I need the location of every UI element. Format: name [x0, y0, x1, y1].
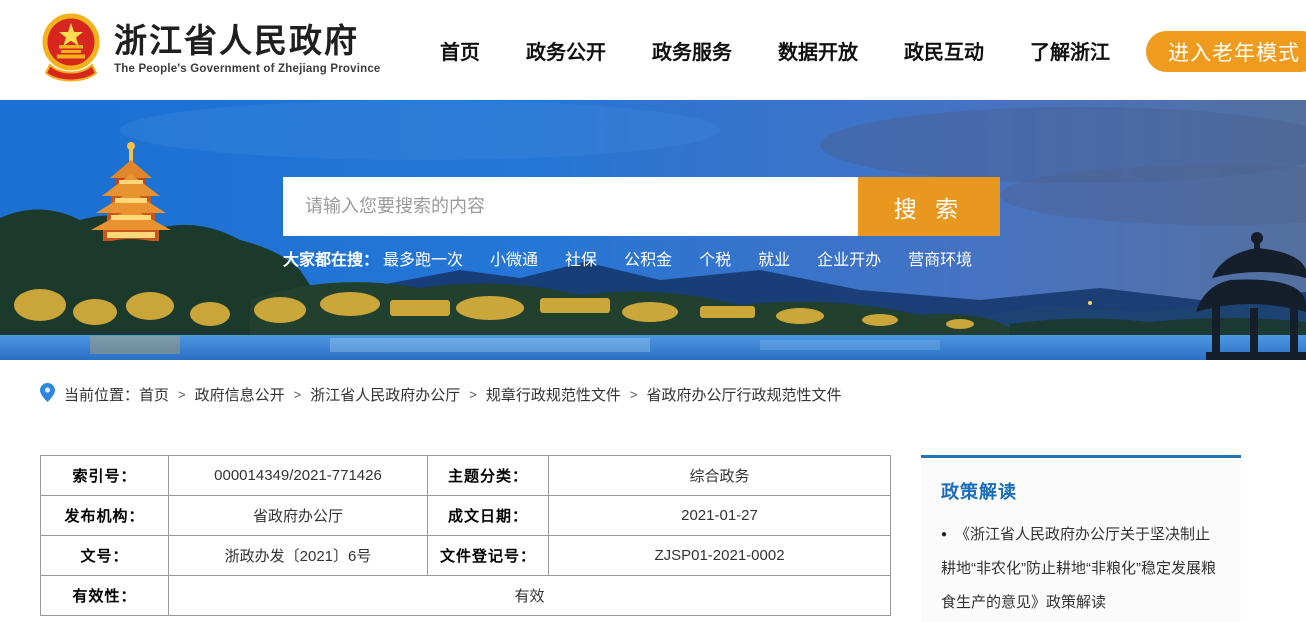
table-row: 索引号： 000014349/2021-771426 主题分类： 综合政务 [41, 456, 891, 496]
validity-value: 有效 [169, 576, 891, 616]
table-row: 发布机构： 省政府办公厅 成文日期： 2021-01-27 [41, 496, 891, 536]
breadcrumb-item-general-office[interactable]: 浙江省人民政府办公厅 [310, 384, 460, 405]
table-row: 文号： 浙政办发〔2021〕6号 文件登记号： ZJSP01-2021-0002 [41, 536, 891, 576]
hot-search-row: 大家都在搜： 最多跑一次 小微通 社保 公积金 个税 就业 企业开办 营商环境 [283, 246, 999, 270]
registration-number-label: 文件登记号： [428, 536, 549, 576]
nav-item-open-data[interactable]: 数据开放 [778, 36, 858, 65]
issuing-agency-label: 发布机构： [41, 496, 169, 536]
breadcrumb: 当前位置： 首页 > 政府信息公开 > 浙江省人民政府办公厅 > 规章行政规范性… [0, 360, 1306, 430]
policy-interpretation-panel: 政策解读 ●《浙江省人民政府办公厅关于坚决制止耕地“非农化”防止耕地“非粮化”稳… [921, 455, 1241, 622]
site-header: 浙江省人民政府 The People's Government of Zheji… [0, 0, 1306, 100]
nav-item-interaction[interactable]: 政民互动 [904, 36, 984, 65]
breadcrumb-separator: > [294, 387, 302, 402]
bullet-icon: ● [941, 529, 947, 540]
search-button[interactable]: 搜 索 [858, 177, 1000, 236]
nav-item-about-zhejiang[interactable]: 了解浙江 [1030, 36, 1110, 65]
issue-date-label: 成文日期： [428, 496, 549, 536]
policy-interpretation-link-text: 《浙江省人民政府办公厅关于坚决制止耕地“非农化”防止耕地“非粮化”稳定发展粮食生… [941, 526, 1216, 611]
breadcrumb-item-regulatory-docs[interactable]: 规章行政规范性文件 [486, 384, 621, 405]
site-logo[interactable]: 浙江省人民政府 The People's Government of Zheji… [42, 13, 381, 85]
national-emblem-icon [42, 13, 100, 85]
breadcrumb-separator: > [630, 387, 638, 402]
location-pin-icon [40, 383, 55, 402]
hot-search-item[interactable]: 公积金 [624, 246, 672, 270]
hot-search-item[interactable]: 就业 [758, 246, 790, 270]
validity-label: 有效性： [41, 576, 169, 616]
hot-search-item[interactable]: 小微通 [490, 246, 538, 270]
doc-number-value: 浙政办发〔2021〕6号 [169, 536, 428, 576]
hot-search-label: 大家都在搜： [283, 246, 379, 270]
table-row: 有效性： 有效 [41, 576, 891, 616]
document-meta-table: 索引号： 000014349/2021-771426 主题分类： 综合政务 发布… [40, 455, 891, 616]
hot-search-item[interactable]: 个税 [699, 246, 731, 270]
main-content: 索引号： 000014349/2021-771426 主题分类： 综合政务 发布… [40, 455, 1306, 622]
policy-interpretation-link[interactable]: ●《浙江省人民政府办公厅关于坚决制止耕地“非农化”防止耕地“非粮化”稳定发展粮食… [941, 518, 1221, 620]
breadcrumb-item-office-docs[interactable]: 省政府办公厅行政规范性文件 [646, 384, 841, 405]
main-nav: 首页 政务公开 政务服务 数据开放 政民互动 了解浙江 [440, 0, 1110, 100]
hot-search-item[interactable]: 最多跑一次 [383, 246, 463, 270]
doc-number-label: 文号： [41, 536, 169, 576]
hot-search-item[interactable]: 企业开办 [817, 246, 881, 270]
breadcrumb-item-home[interactable]: 首页 [139, 384, 169, 405]
issue-date-value: 2021-01-27 [549, 496, 891, 536]
topic-category-label: 主题分类： [428, 456, 549, 496]
index-number-label: 索引号： [41, 456, 169, 496]
breadcrumb-separator: > [178, 387, 186, 402]
elderly-mode-button[interactable]: 进入老年模式 [1146, 31, 1306, 72]
site-subtitle: The People's Government of Zhejiang Prov… [114, 63, 381, 75]
hot-search-item[interactable]: 营商环境 [908, 246, 972, 270]
nav-item-gov-services[interactable]: 政务服务 [652, 36, 732, 65]
nav-item-gov-disclosure[interactable]: 政务公开 [526, 36, 606, 65]
policy-interpretation-title: 政策解读 [941, 478, 1221, 504]
hot-search-item[interactable]: 社保 [565, 246, 597, 270]
search-input[interactable] [283, 177, 858, 236]
logo-text: 浙江省人民政府 The People's Government of Zheji… [114, 23, 381, 74]
registration-number-value: ZJSP01-2021-0002 [549, 536, 891, 576]
site-title: 浙江省人民政府 [114, 23, 381, 59]
breadcrumb-label: 当前位置： [64, 384, 139, 405]
index-number-value: 000014349/2021-771426 [169, 456, 428, 496]
breadcrumb-separator: > [469, 387, 477, 402]
breadcrumb-item-info-disclosure[interactable]: 政府信息公开 [195, 384, 285, 405]
issuing-agency-value: 省政府办公厅 [169, 496, 428, 536]
nav-item-home[interactable]: 首页 [440, 36, 480, 65]
hero-banner: 搜 索 大家都在搜： 最多跑一次 小微通 社保 公积金 个税 就业 企业开办 营… [0, 100, 1306, 360]
topic-category-value: 综合政务 [549, 456, 891, 496]
